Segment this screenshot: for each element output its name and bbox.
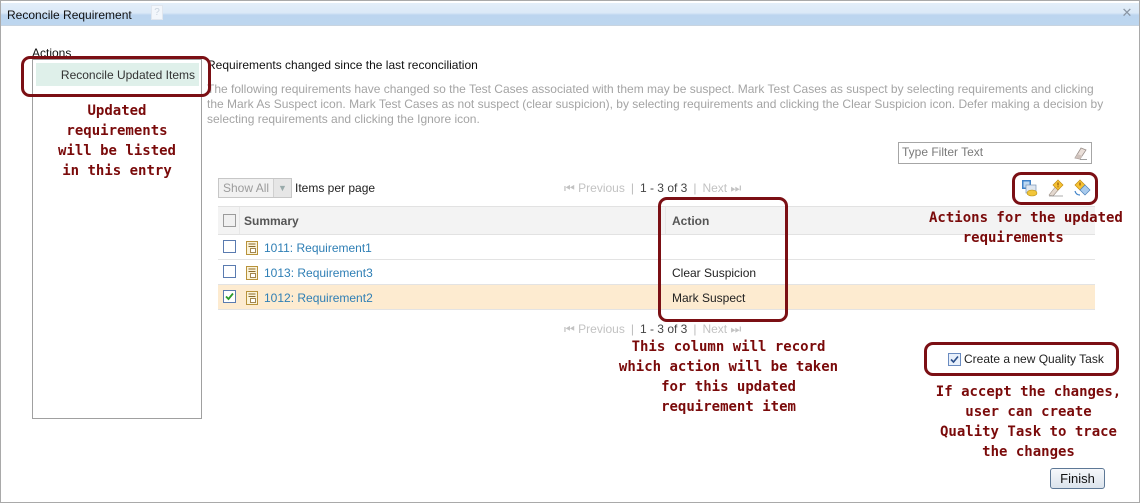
action-cell: Clear Suspicion [672, 266, 757, 280]
previous-link[interactable]: Previous [578, 181, 625, 195]
row-checkbox[interactable] [223, 265, 236, 278]
dialog-titlebar: Reconcile Requirement ? ✕ [1, 3, 1139, 26]
mark-suspect-icon[interactable] [1047, 179, 1065, 197]
action-cell: Mark Suspect [672, 291, 746, 305]
previous-link[interactable]: Previous [578, 322, 625, 336]
check-icon [950, 355, 959, 364]
column-divider [239, 207, 240, 234]
finish-button[interactable]: Finish [1050, 468, 1105, 489]
column-header-summary[interactable]: Summary [244, 214, 299, 228]
requirement-icon [246, 241, 258, 255]
quality-task-checkbox[interactable] [948, 353, 961, 366]
reconcile-requirement-dialog: Reconcile Requirement ? ✕ Actions Reconc… [0, 0, 1140, 503]
sidebar-item-reconcile-updated-items[interactable]: Reconcile Updated Items [36, 63, 199, 86]
requirement-icon [246, 266, 258, 280]
pager-bottom: ⏮ Previous | 1 - 3 of 3 | Next ⏭ [564, 322, 742, 336]
pager-top: ⏮ Previous | 1 - 3 of 3 | Next ⏭ [564, 181, 742, 195]
help-icon[interactable]: ? [151, 5, 163, 20]
dialog-title: Reconcile Requirement [7, 8, 132, 22]
filter-field [898, 142, 1092, 164]
requirement-icon [246, 291, 258, 305]
page-range: 1 - 3 of 3 [639, 181, 688, 195]
row-checkbox[interactable] [223, 240, 236, 253]
annotation-quality-task: If accept the changes, user can create Q… [935, 384, 1122, 460]
ignore-icon[interactable] [1021, 179, 1039, 197]
section-title: Requirements changed since the last reco… [207, 58, 478, 72]
first-page-icon[interactable]: ⏮ [564, 181, 575, 195]
next-link[interactable]: Next [702, 181, 727, 195]
row-checkbox[interactable] [223, 290, 236, 303]
next-link[interactable]: Next [702, 322, 727, 336]
column-header-action[interactable]: Action [672, 214, 709, 228]
last-page-icon[interactable]: ⏭ [731, 181, 742, 195]
page-range: 1 - 3 of 3 [639, 322, 688, 336]
last-page-icon[interactable]: ⏭ [731, 322, 742, 336]
first-page-icon[interactable]: ⏮ [564, 322, 575, 336]
page-size-select[interactable]: Show All ▼ [218, 178, 292, 198]
annotation-left: Updated requirements will be listed in t… [57, 103, 176, 179]
sidebar-item-label: Reconcile Updated Items [60, 68, 195, 82]
page-size-value: Show All [223, 181, 270, 195]
filter-input[interactable] [899, 143, 1062, 161]
clear-suspicion-icon[interactable] [1073, 179, 1091, 197]
select-all-checkbox[interactable] [223, 214, 236, 227]
items-per-page-label: Items per page [295, 181, 376, 195]
requirement-link[interactable]: 1013: Requirement3 [264, 266, 373, 280]
quality-task-label: Create a new Quality Task [964, 352, 1104, 366]
close-icon[interactable]: ✕ [1121, 6, 1133, 19]
actions-label: Actions [32, 46, 72, 60]
check-icon [225, 292, 234, 301]
chevron-down-icon[interactable]: ▼ [273, 179, 291, 197]
annotation-toolbar: Actions for the updated requirements [929, 210, 1123, 246]
annotation-action-column: This column will record which action wil… [618, 339, 839, 415]
section-description: The following requirements have changed … [207, 82, 1104, 126]
table-row[interactable]: 1013: Requirement3 Clear Suspicion [218, 260, 1095, 285]
column-divider [665, 207, 666, 234]
requirement-link[interactable]: 1011: Requirement1 [264, 241, 372, 255]
eraser-icon[interactable] [1072, 145, 1088, 161]
requirement-link[interactable]: 1012: Requirement2 [264, 291, 373, 305]
table-row[interactable]: 1012: Requirement2 Mark Suspect [218, 285, 1095, 310]
